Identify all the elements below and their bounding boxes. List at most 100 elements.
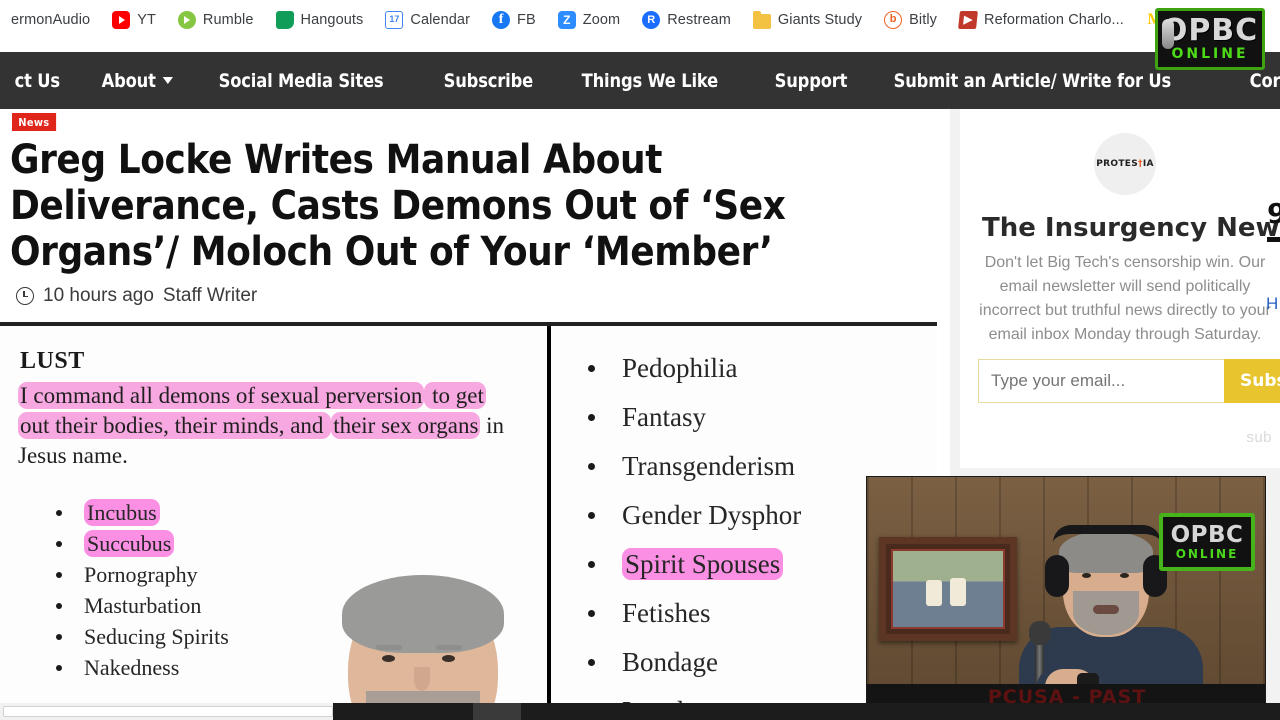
nav-label: ct Us [14,69,60,92]
sidebar-partial-link[interactable]: H [1266,294,1278,314]
list-item-label: Spirit Spouses [622,548,784,580]
bookmark-sermonaudio[interactable]: ermonAudio [0,6,101,34]
highlighted-phrase-2: their sex organs [331,412,481,439]
featured-image: LUST I command all demons of sexual perv… [0,322,937,720]
list-item-label: Gender Dysphor [622,500,802,530]
nav-label: About [101,69,156,92]
bookmark-label: ermonAudio [11,12,91,28]
email-field[interactable] [978,359,1224,403]
nav-item-support[interactable]: Support [760,70,862,92]
host-eye-right [1120,573,1129,578]
bookmark-bitly[interactable]: b Bitly [873,6,948,34]
subscribe-button[interactable]: Subscrib [1224,359,1280,403]
folder-icon [752,10,771,29]
nav-label: Submit an Article/ Write for Us [893,69,1171,92]
newsletter-widget: PROTES†IA The Insurgency News B Don't le… [960,109,1280,468]
list-item-label: Incubus [84,499,160,526]
nav-item-things-we-like[interactable]: Things We Like [567,70,733,92]
figure-prayer-paragraph: I command all demons of sexual perversio… [18,381,518,471]
youtube-icon [112,11,131,29]
bookmark-label: Zoom [582,12,621,28]
list-item: Incubus [52,497,540,528]
article-container: News Greg Locke Writes Manual About Deli… [0,109,937,307]
person-photo-greg-locke [270,575,570,720]
list-item-label: Fantasy [622,402,706,432]
bookmark-reformation-charlotte[interactable]: ▶ Reformation Charlo... [948,6,1135,34]
bookmark-giants-study[interactable]: Giants Study [742,6,873,34]
person-eyebrow-right [436,645,462,650]
opbc-logo-line1: OPBC [1161,13,1259,48]
nav-item-submit-an-article[interactable]: Submit an Article/ Write for Us [879,70,1186,92]
clock-icon [16,287,34,305]
person-hair [342,575,504,653]
nav-label: Subscribe [443,69,534,92]
calendar-icon: 17 [385,11,404,29]
bitly-icon: b [884,11,903,29]
bookmark-label: YT [137,12,156,28]
webcam-logo-line2: ONLINE [1175,546,1239,561]
reformation-icon: ▶ [958,11,978,29]
list-item-label: Masturbation [84,593,202,618]
nav-label: Support [774,69,848,92]
list-item-label: Nakedness [84,655,180,680]
browser-window: ermonAudio YT Rumble Hangouts 17 Calenda… [0,0,1280,720]
newsletter-description: Don't let Big Tech's censorship win. Our… [979,254,1271,343]
highlighted-phrase-1: I command all demons of sexual perversio… [18,382,425,409]
list-item: Succubus [52,528,540,559]
person-nose [414,667,430,691]
bookmark-label: Hangouts [300,12,364,28]
bookmark-label: FB [517,12,536,28]
list-item: Fantasy [582,393,937,442]
logo-text-part2: IA [1142,159,1154,169]
taskbar-strip [333,703,1280,720]
article-byline: 10 hours ago Staff Writer [16,285,937,307]
bookmark-restream[interactable]: R Restream [631,6,742,34]
microphone-icon [1029,621,1051,645]
bookmark-zoom[interactable]: Z Zoom [547,6,631,34]
nav-item-corrections-retractions[interactable]: Corrections/ Retractions [1235,70,1280,92]
sidebar-partial-rule [1267,237,1280,242]
newsletter-form: Subscrib [978,359,1280,403]
protestia-logo: PROTES†IA [1094,133,1156,195]
nav-item-contact-us[interactable]: ct Us [0,70,75,92]
nav-item-about[interactable]: About [87,70,188,92]
bookmark-youtube[interactable]: YT [101,6,167,34]
person-eye-left [382,655,395,662]
bookmark-calendar[interactable]: 17 Calendar [374,6,481,34]
list-item-label: Transgenderism [622,451,795,481]
host-eye-left [1082,573,1091,578]
framed-picture [879,537,1017,641]
person-eye-right [442,655,455,662]
host-mouth [1093,605,1119,614]
webcam-logo-line1: OPBC [1170,521,1244,548]
list-item-label: Pedophilia [622,353,738,383]
list-item-label: Succubus [84,530,175,557]
list-item-label: Pornography [84,562,198,587]
webcam-opbc-logo: OPBC ONLINE [1159,513,1255,571]
bookmark-label: Calendar [410,12,471,28]
list-item-label: Fetishes [622,598,711,628]
nav-label: Corrections/ Retractions [1249,69,1280,92]
bookmark-hangouts[interactable]: Hangouts [265,6,375,34]
bookmark-label: Reformation Charlo... [984,12,1124,28]
facebook-icon: f [492,11,511,29]
article-author: Staff Writer [162,285,258,306]
chevron-down-icon [162,77,173,84]
protestia-logo-text: PROTES†IA [1096,159,1153,169]
nav-item-subscribe[interactable]: Subscribe [429,70,548,92]
nav-label: Social Media Sites [218,69,384,92]
nav-label: Things We Like [581,69,719,92]
bookmark-rumble[interactable]: Rumble [167,6,265,34]
category-badge[interactable]: News [12,113,56,131]
bookmark-label: Rumble [202,12,254,28]
microphone-icon [1162,19,1174,49]
headphone-band-icon [1053,525,1161,543]
rumble-icon [177,11,196,29]
list-item: Pedophilia [582,344,937,393]
article-timestamp: 10 hours ago [43,285,154,306]
webcam-overlay[interactable]: OPBC ONLINE PCUSA - PAST [866,476,1266,711]
nav-item-social-media-sites[interactable]: Social Media Sites [204,70,398,92]
scrollbar-thumb[interactable] [3,706,333,717]
bookmark-facebook[interactable]: f FB [481,6,547,34]
figure-heading-lust: LUST [20,348,85,374]
